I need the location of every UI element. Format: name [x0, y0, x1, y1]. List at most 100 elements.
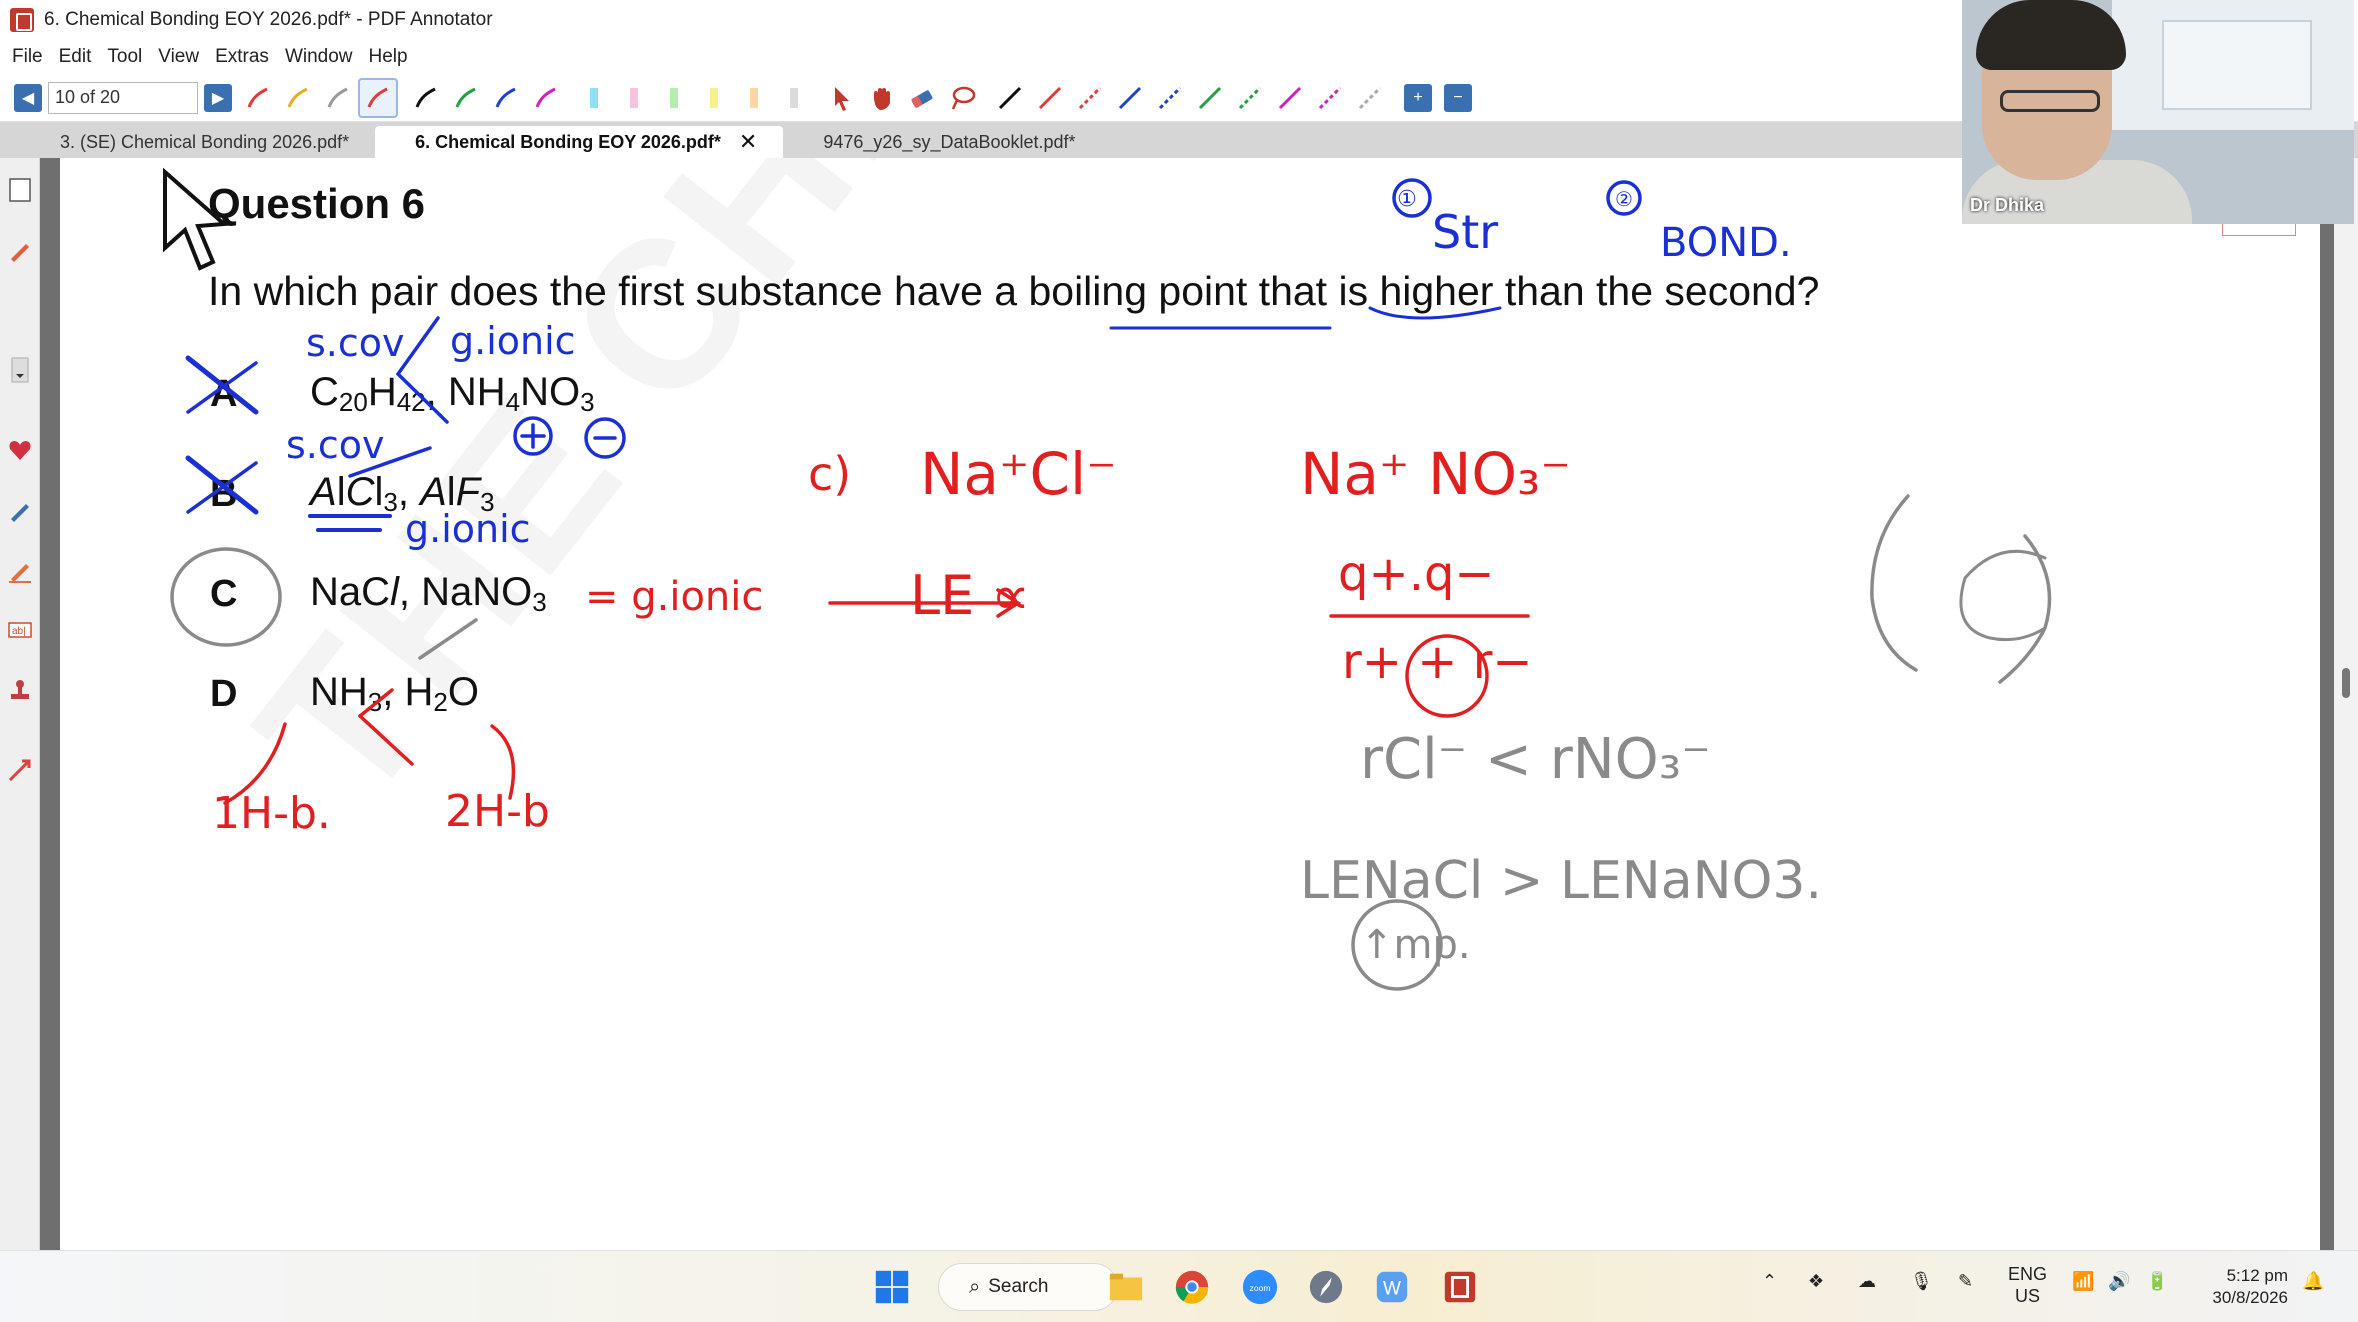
wifi-icon[interactable]: 📶 — [2072, 1271, 2094, 1292]
show-hidden-icons-icon[interactable]: ⌃ — [1762, 1271, 1777, 1292]
menu-extras[interactable]: Extras — [215, 46, 269, 68]
menu-help[interactable]: Help — [369, 46, 408, 68]
cloud-offline-icon[interactable]: ☁ — [1858, 1271, 1876, 1292]
magenta-line-icon[interactable] — [1270, 78, 1310, 118]
yellow-pen-icon[interactable] — [278, 78, 318, 118]
clock-time: 5:12 pm — [2226, 1266, 2288, 1285]
annotation-le-prop: LE ∝ — [910, 564, 1030, 627]
left-tool-sidebar: ab| — [0, 158, 40, 1250]
menu-view[interactable]: View — [158, 46, 199, 68]
compass-app-icon[interactable] — [1304, 1265, 1348, 1309]
vertical-scrollbar[interactable] — [2334, 158, 2358, 1250]
scrollbar-thumb[interactable] — [2342, 668, 2350, 698]
document-view[interactable]: THE CHEMIST Question 6 In which pair doe… — [40, 158, 2358, 1250]
eraser-icon[interactable] — [902, 78, 942, 118]
magenta-pen-icon[interactable] — [526, 78, 566, 118]
green-dashed-line-icon[interactable] — [1230, 78, 1270, 118]
close-tab-icon[interactable]: ✕ — [739, 129, 757, 155]
chrome-icon[interactable] — [1170, 1265, 1214, 1309]
annotation-radius-sum: r+ + r− — [1342, 634, 1533, 690]
black-line-icon[interactable] — [990, 78, 1030, 118]
annotation-s-cov-b: s.cov — [286, 423, 385, 467]
menu-tool[interactable]: Tool — [107, 46, 142, 68]
annotation-circled-two: ② — [1615, 187, 1633, 211]
dropbox-icon[interactable]: ❖ — [1808, 1271, 1824, 1292]
pdf-annotator-window: 6. Chemical Bonding EOY 2026.pdf* - PDF … — [0, 0, 2358, 1322]
annotation-bond: BOND. — [1660, 220, 1792, 266]
black-pen-icon[interactable] — [406, 78, 446, 118]
pen-tool-icon[interactable] — [6, 236, 34, 264]
clock[interactable]: 5:12 pm 30/8/2026 — [2212, 1265, 2288, 1309]
zoom-in-button[interactable]: + — [1404, 83, 1432, 112]
tab-label: 3. (SE) Chemical Bonding 2026.pdf* — [60, 131, 350, 152]
arrow-tool-icon[interactable] — [6, 756, 34, 784]
page-thumbnail-icon[interactable] — [6, 176, 34, 204]
annotation-g-ionic-c: = g.ionic — [585, 574, 763, 620]
magenta-dashed-line-icon[interactable] — [1310, 78, 1350, 118]
gray-highlighter-icon[interactable] — [774, 78, 814, 118]
webcam-frame-edge — [2222, 224, 2296, 236]
language-indicator[interactable]: ENG US — [2008, 1263, 2047, 1307]
annotation-str: Str — [1432, 205, 1498, 259]
mouse-cursor — [163, 167, 229, 271]
file-explorer-icon[interactable] — [1104, 1265, 1148, 1309]
hand-pan-icon[interactable] — [862, 78, 902, 118]
window-title: 6. Chemical Bonding EOY 2026.pdf* - PDF … — [44, 9, 493, 30]
webcam-name-label: Dr Dhika — [1970, 195, 2045, 215]
tab-data-booklet[interactable]: 9476_y26_sy_DataBooklet.pdf* — [783, 126, 1101, 158]
pen-icon[interactable]: ✎ — [1958, 1271, 1973, 1292]
whiteboard-app-icon[interactable]: W — [1370, 1265, 1414, 1309]
volume-icon[interactable]: 🔊 — [2108, 1271, 2130, 1292]
microphone-icon[interactable]: 🎙 — [1910, 1271, 1933, 1292]
taskbar-search[interactable]: ⌕ Search — [938, 1263, 1118, 1311]
menu-edit[interactable]: Edit — [59, 46, 92, 68]
tab-se-chemical-bonding[interactable]: 3. (SE) Chemical Bonding 2026.pdf* — [20, 126, 375, 158]
red-ink — [223, 588, 1530, 805]
green-line-icon[interactable] — [1190, 78, 1230, 118]
pink-highlighter-icon[interactable] — [614, 78, 654, 118]
red-pen-icon[interactable] — [238, 78, 278, 118]
annotation-1hb: 1H-b. — [212, 788, 331, 839]
active-red-pen-icon[interactable] — [358, 77, 398, 118]
previous-page-button[interactable]: ◀ — [14, 83, 42, 112]
blue-line-icon[interactable] — [1110, 78, 1150, 118]
highlighter-tool-icon[interactable] — [6, 556, 34, 584]
webcam-screen — [2162, 20, 2312, 110]
text-tool-icon[interactable]: ab| — [6, 616, 34, 644]
scroll-down-icon[interactable] — [6, 356, 34, 384]
green-pen-icon[interactable] — [446, 78, 486, 118]
pdf-annotator-taskbar-icon[interactable] — [1438, 1265, 1482, 1309]
annotation-c: c) — [808, 447, 851, 501]
pdf-page[interactable]: THE CHEMIST Question 6 In which pair doe… — [60, 158, 2320, 1250]
page-number-field[interactable] — [48, 81, 198, 114]
windows-start-icon[interactable] — [870, 1265, 914, 1309]
red-dashed-line-icon[interactable] — [1070, 78, 1110, 118]
zoom-app-icon[interactable]: zoom — [1238, 1265, 1282, 1309]
tab-label: 9476_y26_sy_DataBooklet.pdf* — [823, 131, 1076, 152]
gray-dashed-line-icon[interactable] — [1350, 78, 1390, 118]
next-page-button[interactable]: ▶ — [204, 83, 232, 112]
menu-window[interactable]: Window — [285, 46, 353, 68]
webcam-overlay: Dr Dhika — [1962, 0, 2354, 224]
search-label: Search — [988, 1276, 1049, 1297]
select-arrow-icon[interactable] — [822, 78, 862, 118]
stamp-tool-icon[interactable] — [6, 676, 34, 704]
blue-pen-icon[interactable] — [486, 78, 526, 118]
favorites-heart-icon[interactable] — [6, 436, 34, 464]
menu-file[interactable]: File — [12, 46, 43, 68]
annotation-nacl: Na⁺Cl⁻ — [920, 440, 1117, 508]
zoom-out-button[interactable]: − — [1444, 83, 1472, 112]
blue-pen-tool-icon[interactable] — [6, 496, 34, 524]
lasso-icon[interactable] — [942, 78, 982, 118]
green-highlighter-icon[interactable] — [654, 78, 694, 118]
yellow-highlighter-icon[interactable] — [694, 78, 734, 118]
tab-chemical-bonding-eoy[interactable]: 6. Chemical Bonding EOY 2026.pdf* ✕ — [375, 126, 784, 158]
notification-icon[interactable]: 🔔 — [2302, 1271, 2324, 1292]
webcam-person-hair — [1976, 0, 2126, 70]
gray-pen-icon[interactable] — [318, 78, 358, 118]
blue-dashed-line-icon[interactable] — [1150, 78, 1190, 118]
orange-highlighter-icon[interactable] — [734, 78, 774, 118]
battery-icon[interactable]: 🔋 — [2146, 1271, 2168, 1292]
cyan-highlighter-icon[interactable] — [574, 78, 614, 118]
red-line-icon[interactable] — [1030, 78, 1070, 118]
